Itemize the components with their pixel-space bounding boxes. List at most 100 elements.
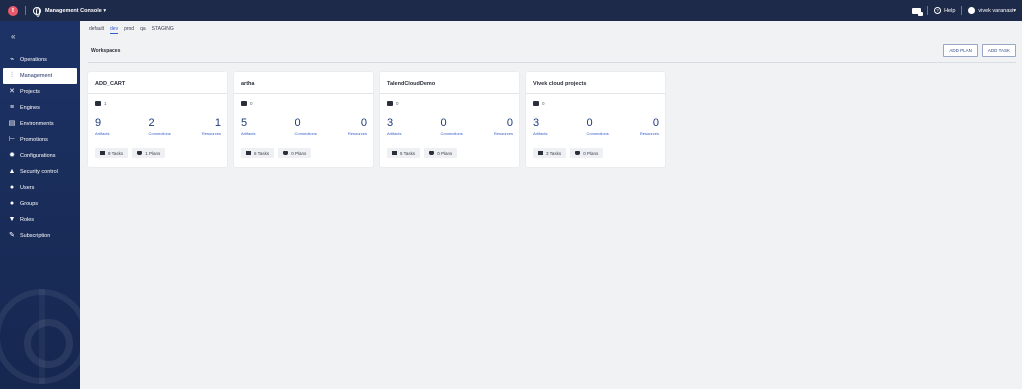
- talend-logo[interactable]: t: [8, 5, 18, 16]
- resources-stat[interactable]: 0 Resources: [348, 118, 367, 137]
- resources-stat[interactable]: 1 Resources: [201, 118, 221, 137]
- sidebar-item-label: Configurations: [20, 153, 56, 159]
- gear-icon: ✹: [9, 152, 15, 159]
- artifacts-label: Artifacts: [387, 131, 402, 136]
- sidebar-item-operations[interactable]: ⌁ Operations: [0, 52, 80, 68]
- plans-chip[interactable]: 1 Plans: [132, 148, 166, 158]
- workspace-name[interactable]: Vivek cloud projects: [533, 81, 586, 87]
- sidebar-item-configurations[interactable]: ✹ Configurations: [0, 148, 80, 164]
- artifacts-stat[interactable]: 3 Artifacts: [533, 117, 547, 137]
- connections-stat[interactable]: 0 Connections: [586, 118, 609, 137]
- workspace-name[interactable]: TalendCloudDemo: [387, 81, 435, 87]
- group-icon: ●: [9, 200, 15, 207]
- tab-qa[interactable]: qa: [140, 26, 146, 34]
- user-avatar-icon: [968, 7, 976, 14]
- environment-tabs: default dev prod qa STAGING: [89, 26, 180, 34]
- tab-staging[interactable]: STAGING: [152, 26, 174, 34]
- key-icon: ✎: [9, 232, 15, 239]
- sidebar-item-groups[interactable]: ● Groups: [0, 196, 80, 212]
- collapse-sidebar-icon[interactable]: «: [11, 32, 15, 41]
- resources-label: Resources: [201, 131, 221, 136]
- sidebar: « ⌁ Operations ⫶ Management ✕ Projects ≡ Engine…: [0, 21, 80, 389]
- artifacts-count: 9: [95, 117, 102, 129]
- user-icon: ●: [9, 184, 15, 191]
- help-button[interactable]: ? Help: [934, 7, 955, 14]
- connections-stat[interactable]: 0 Connections: [295, 118, 317, 137]
- workspace-card[interactable]: ADD_CART 1 9 Artifacts 2 Connections 1 Resource…: [88, 72, 227, 167]
- plans-chip[interactable]: 0 Plans: [278, 148, 312, 158]
- tasks-chip[interactable]: 5 Tasks: [387, 148, 421, 158]
- connections-count: 0: [440, 117, 447, 129]
- project-count-value: 1: [104, 101, 107, 106]
- sidebar-item-roles[interactable]: ▼ Roles: [0, 212, 80, 228]
- plan-icon: [137, 151, 143, 155]
- promote-icon: ⊢: [8, 136, 16, 143]
- window-icon: ▤: [8, 120, 16, 127]
- user-menu[interactable]: vivek varanasi ▾: [968, 7, 1016, 14]
- task-icon: [392, 151, 397, 155]
- sidebar-item-security-control[interactable]: ▲ Security control: [0, 164, 80, 180]
- artifacts-stat[interactable]: 9 Artifacts: [95, 117, 110, 137]
- sidebar-item-management[interactable]: ⫶ Management: [3, 68, 77, 84]
- workspace-name[interactable]: artha: [241, 81, 254, 87]
- add-task-button[interactable]: ADD TASK: [981, 44, 1016, 57]
- list-icon: ≡: [9, 104, 15, 111]
- sidebar-item-label: Promotions: [20, 137, 48, 143]
- resources-label: Resources: [639, 131, 659, 136]
- tasks-chip[interactable]: 9 Tasks: [95, 148, 129, 158]
- sidebar-item-label: Operations: [20, 57, 47, 63]
- plans-chip[interactable]: 0 Plans: [570, 148, 604, 158]
- decorative-wheel: [0, 289, 80, 384]
- connections-label: Connections: [586, 131, 609, 136]
- main-content: default dev prod qa STAGING Workspaces ADD P…: [80, 21, 1022, 389]
- tab-prod[interactable]: prod: [124, 26, 134, 34]
- connections-stat[interactable]: 0 Connections: [440, 117, 463, 137]
- workspace-card[interactable]: TalendCloudDemo 0 3 Artifacts 0 Connections 0 R…: [380, 72, 519, 167]
- connections-stat[interactable]: 2 Connections: [148, 118, 171, 137]
- tools-icon: ✕: [9, 88, 15, 95]
- add-plan-button[interactable]: ADD PLAN: [943, 44, 978, 57]
- sidebar-item-environments[interactable]: ▤ Environments: [0, 116, 80, 132]
- sidebar-item-users[interactable]: ● Users: [0, 180, 80, 196]
- connections-label: Connections: [148, 131, 171, 136]
- pulse-icon: ⌁: [9, 56, 15, 63]
- cube-icon: [533, 101, 539, 106]
- sidebar-item-engines[interactable]: ≡ Engines: [0, 100, 80, 116]
- project-count: 0: [533, 101, 545, 106]
- workspace-card[interactable]: artha 0 5 Artifacts 0 Connections 0 Resources 6 …: [234, 72, 373, 167]
- tasks-count: 3 Tasks: [546, 150, 562, 156]
- chat-icon[interactable]: [912, 7, 924, 16]
- workspace-name[interactable]: ADD_CART: [95, 81, 125, 87]
- divider: [380, 93, 519, 94]
- sidebar-item-label: Users: [20, 185, 35, 191]
- artifacts-stat[interactable]: 3 Artifacts: [387, 118, 402, 137]
- tab-default[interactable]: default: [89, 26, 104, 34]
- sidebar-item-label: Subscription: [20, 233, 51, 239]
- chevron-down-icon: ▾: [103, 7, 107, 14]
- cube-icon: [95, 101, 101, 106]
- project-count: 0: [387, 101, 399, 106]
- cube-icon: [241, 101, 247, 106]
- resources-stat[interactable]: 0 Resources: [494, 118, 513, 137]
- plans-chip[interactable]: 0 Plans: [424, 148, 458, 158]
- tab-dev[interactable]: dev: [110, 26, 119, 34]
- divider: [25, 6, 26, 15]
- sidebar-item-projects[interactable]: ✕ Projects: [0, 84, 80, 100]
- task-icon: [246, 151, 251, 155]
- artifacts-label: Artifacts: [95, 131, 110, 136]
- project-count-value: 0: [250, 101, 253, 106]
- resources-stat[interactable]: 0 Resources: [639, 118, 659, 137]
- task-icon: [538, 151, 543, 155]
- artifacts-stat[interactable]: 5 Artifacts: [241, 117, 255, 137]
- tasks-chip[interactable]: 6 Tasks: [241, 148, 275, 158]
- sidebar-item-label: Roles: [20, 217, 35, 223]
- tasks-chip[interactable]: 3 Tasks: [533, 148, 567, 158]
- workspace-card[interactable]: Vivek cloud projects 0 3 Artifacts 0 Connecti…: [526, 72, 665, 167]
- sliders-icon: ⫶: [11, 72, 13, 79]
- app-switcher[interactable]: Management Console ▾: [45, 8, 106, 14]
- sidebar-item-label: Security control: [20, 169, 58, 175]
- artifacts-count: 5: [241, 117, 248, 129]
- sidebar-item-promotions[interactable]: ⊢ Promotions: [0, 132, 80, 148]
- sidebar-item-subscription[interactable]: ✎ Subscription: [0, 228, 80, 244]
- artifacts-count: 3: [533, 117, 540, 129]
